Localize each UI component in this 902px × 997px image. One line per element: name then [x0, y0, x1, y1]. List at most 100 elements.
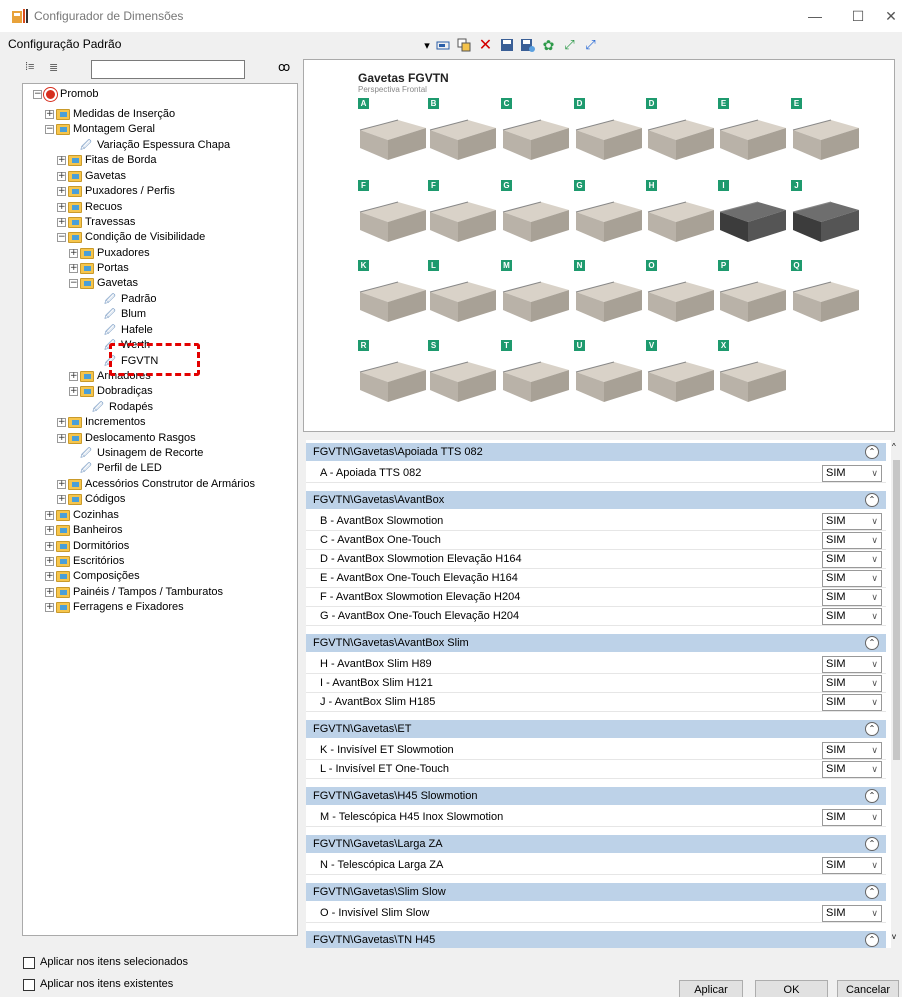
expand-icon[interactable]: +: [57, 495, 66, 504]
expand-icon[interactable]: +: [69, 372, 78, 381]
value-dropdown[interactable]: SIM ∨: [822, 465, 882, 482]
tree-node[interactable]: + Dobradiças: [69, 384, 153, 399]
expand-icon[interactable]: +: [57, 156, 66, 165]
tree-node[interactable]: 🖉 Padrão: [93, 292, 156, 307]
collapse-group-icon[interactable]: ⌃: [865, 636, 879, 650]
close-button[interactable]: ✕: [880, 4, 902, 28]
group-header[interactable]: FGVTN\Gavetas\Slim Slow ⌃: [306, 883, 886, 901]
vertical-scrollbar[interactable]: ^ v: [891, 440, 902, 948]
expand-icon[interactable]: +: [45, 526, 54, 535]
copy-icon[interactable]: [456, 37, 473, 54]
group-header[interactable]: FGVTN\Gavetas\Larga ZA ⌃: [306, 835, 886, 853]
maximize-button[interactable]: ☐: [838, 4, 878, 28]
collapse-group-icon[interactable]: ⌃: [865, 445, 879, 459]
cancel-button[interactable]: Cancelar: [837, 980, 899, 997]
expand-icon[interactable]: +: [45, 557, 54, 566]
collapse-group-icon[interactable]: ⌃: [865, 837, 879, 851]
settings-icon[interactable]: ✿: [540, 37, 557, 54]
tree-node[interactable]: + Incrementos: [57, 415, 146, 430]
tree-node[interactable]: + Portas: [69, 261, 129, 276]
tree-node[interactable]: + Puxadores: [69, 246, 150, 261]
value-dropdown[interactable]: SIM ∨: [822, 656, 882, 673]
collapse-icon[interactable]: −: [57, 233, 66, 242]
value-dropdown[interactable]: SIM ∨: [822, 532, 882, 549]
tree-node[interactable]: − Gavetas: [69, 276, 138, 291]
expand-icon[interactable]: +: [69, 264, 78, 273]
value-dropdown[interactable]: SIM ∨: [822, 589, 882, 606]
tree-node[interactable]: + Códigos: [57, 492, 125, 507]
scroll-up-icon[interactable]: ^: [892, 442, 896, 451]
expand-icon[interactable]: +: [69, 249, 78, 258]
group-header[interactable]: FGVTN\Gavetas\ET ⌃: [306, 720, 886, 738]
expand-icon[interactable]: +: [45, 572, 54, 581]
expand-icon[interactable]: +: [45, 588, 54, 597]
expand-icon[interactable]: +: [45, 542, 54, 551]
ok-button[interactable]: OK: [755, 980, 828, 997]
tree-node[interactable]: + Painéis / Tampos / Tamburatos: [45, 585, 223, 600]
minimize-button[interactable]: —: [795, 4, 835, 28]
tree-node[interactable]: + Ferragens e Fixadores: [45, 600, 184, 615]
tree-node[interactable]: + Acessórios Construtor de Armários: [57, 477, 255, 492]
group-header[interactable]: FGVTN\Gavetas\AvantBox ⌃: [306, 491, 886, 509]
expand-icon[interactable]: +: [57, 172, 66, 181]
tree-node[interactable]: + Banheiros: [45, 523, 123, 538]
expand-icon[interactable]: +: [57, 434, 66, 443]
delete-icon[interactable]: ✕: [477, 37, 494, 54]
tree-node[interactable]: 🖉 Blum: [93, 307, 146, 322]
tree-search-input[interactable]: [91, 60, 245, 79]
expand-icon[interactable]: +: [57, 187, 66, 196]
tree-node[interactable]: + Cozinhas: [45, 508, 119, 523]
group-header[interactable]: FGVTN\Gavetas\Apoiada TTS 082 ⌃: [306, 443, 886, 461]
value-dropdown[interactable]: SIM ∨: [822, 513, 882, 530]
collapse-group-icon[interactable]: ⌃: [865, 493, 879, 507]
tree-node[interactable]: 🖉 Variação Espessura Chapa: [69, 138, 230, 153]
collapse-group-icon[interactable]: ⌃: [865, 722, 879, 736]
value-dropdown[interactable]: SIM ∨: [822, 608, 882, 625]
save-icon[interactable]: [498, 37, 515, 54]
group-header[interactable]: FGVTN\Gavetas\AvantBox Slim ⌃: [306, 634, 886, 652]
tree-node[interactable]: + Travessas: [57, 215, 135, 230]
value-dropdown[interactable]: SIM ∨: [822, 905, 882, 922]
save-as-icon[interactable]: [519, 37, 536, 54]
collapse-icon[interactable]: −: [33, 90, 42, 99]
tree-node[interactable]: − Promob: [33, 87, 99, 102]
value-dropdown[interactable]: SIM ∨: [822, 675, 882, 692]
expand-icon[interactable]: +: [57, 418, 66, 427]
tree-node[interactable]: + Deslocamento Rasgos: [57, 431, 196, 446]
expand-icon[interactable]: +: [57, 218, 66, 227]
collapse-group-icon[interactable]: ⌃: [865, 885, 879, 899]
tree-node[interactable]: − Montagem Geral: [45, 122, 155, 137]
tree-node[interactable]: + Escritórios: [45, 554, 124, 569]
tree-node[interactable]: 🖉 Hafele: [93, 323, 153, 338]
tree-node[interactable]: 🖉 Rodapés: [81, 400, 153, 415]
tree-node[interactable]: + Medidas de Inserção: [45, 107, 175, 122]
tree-node[interactable]: 🖉 Perfil de LED: [69, 461, 162, 476]
apply-button[interactable]: Aplicar: [679, 980, 743, 997]
tree-node[interactable]: 🖉 Usinagem de Recorte: [69, 446, 203, 461]
export-icon[interactable]: ⤢: [582, 37, 599, 54]
expand-icon[interactable]: +: [45, 110, 54, 119]
expand-icon[interactable]: +: [57, 203, 66, 212]
value-dropdown[interactable]: SIM ∨: [822, 857, 882, 874]
dropdown-arrow-icon[interactable]: ▾: [423, 37, 431, 54]
expand-icon[interactable]: +: [69, 387, 78, 396]
tree-node[interactable]: + Recuos: [57, 200, 122, 215]
value-dropdown[interactable]: SIM ∨: [822, 694, 882, 711]
collapse-icon[interactable]: −: [69, 279, 78, 288]
collapse-icon[interactable]: −: [45, 125, 54, 134]
apply-selected-checkbox[interactable]: [23, 957, 35, 969]
group-header[interactable]: FGVTN\Gavetas\TN H45 ⌃: [306, 931, 886, 948]
value-dropdown[interactable]: SIM ∨: [822, 551, 882, 568]
expand-all-icon[interactable]: ⁞≡: [25, 61, 34, 73]
collapse-all-icon[interactable]: ≣: [49, 61, 58, 74]
tree-node[interactable]: + Composições: [45, 569, 140, 584]
value-dropdown[interactable]: SIM ∨: [822, 761, 882, 778]
collapse-group-icon[interactable]: ⌃: [865, 933, 879, 947]
new-icon[interactable]: [435, 37, 452, 54]
tree-node[interactable]: + Dormitórios: [45, 539, 129, 554]
value-dropdown[interactable]: SIM ∨: [822, 742, 882, 759]
value-dropdown[interactable]: SIM ∨: [822, 570, 882, 587]
apply-existing-checkbox[interactable]: [23, 979, 35, 991]
expand-icon[interactable]: +: [45, 603, 54, 612]
group-header[interactable]: FGVTN\Gavetas\H45 Slowmotion ⌃: [306, 787, 886, 805]
